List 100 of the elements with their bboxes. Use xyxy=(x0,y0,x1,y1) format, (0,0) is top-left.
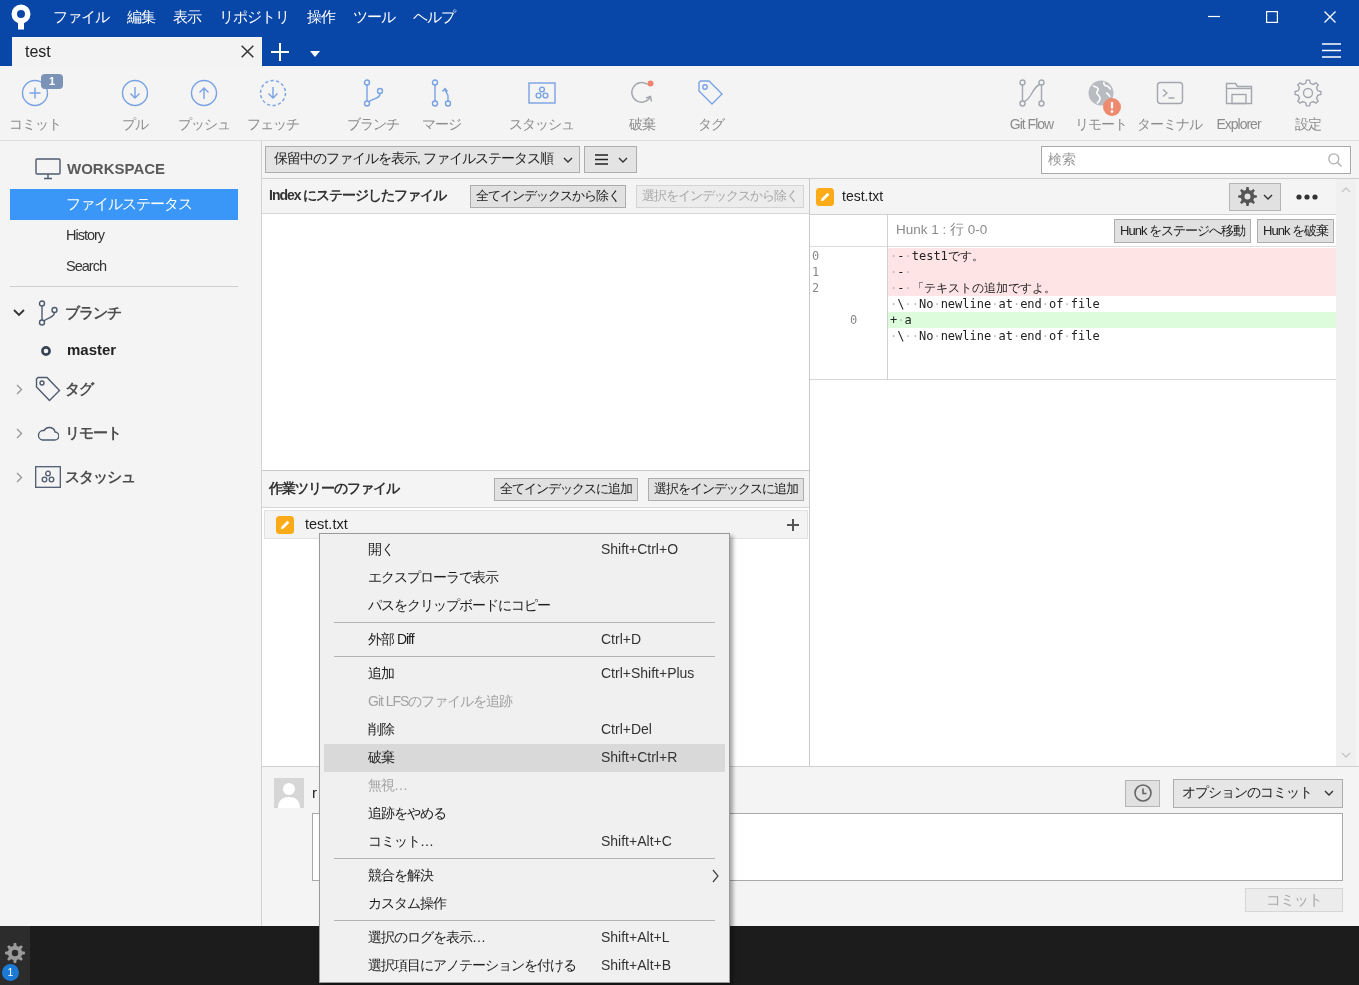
menu-item[interactable]: 選択項目にアノテーションを付ける Shift+Alt+B xyxy=(324,952,725,980)
count-badge: 1 xyxy=(41,74,63,89)
maximize-icon xyxy=(1266,11,1278,23)
chevron-right-icon xyxy=(712,869,719,883)
shortcut-text: Shift+Alt+C xyxy=(601,833,672,851)
pencil-icon xyxy=(816,187,834,206)
menu-item[interactable]: 追跡をやめる xyxy=(324,800,725,828)
app-logo-icon xyxy=(10,4,32,30)
hunk-button[interactable]: Hunk を破棄 xyxy=(1257,218,1334,243)
commit-options-dropdown[interactable]: オプションのコミット xyxy=(1173,778,1343,808)
menu-item[interactable]: ファイル xyxy=(44,2,118,32)
shortcut-text: Ctrl+Del xyxy=(601,721,652,739)
line-number: 0 xyxy=(850,312,859,328)
hunk-button[interactable]: Hunk をステージへ移動 xyxy=(1114,218,1252,243)
menu-item[interactable]: 操作 xyxy=(298,2,344,32)
menu-item[interactable]: 追加 Ctrl+Shift+Plus xyxy=(324,660,725,688)
chevron-down-icon xyxy=(617,156,628,163)
stash-box-icon xyxy=(35,466,61,488)
ring-icon xyxy=(41,345,51,356)
file-name: test.txt xyxy=(842,187,884,206)
arrow-up-circle-icon xyxy=(189,79,218,107)
menu-item[interactable]: 編集 xyxy=(118,2,164,32)
tree-item[interactable]: ブランチ xyxy=(65,303,121,323)
list-view-dropdown[interactable] xyxy=(583,146,637,173)
tree-item[interactable]: リモート xyxy=(65,423,121,443)
line-number: 0 xyxy=(811,248,821,264)
list-icon xyxy=(594,154,608,165)
clock-icon xyxy=(1133,784,1152,802)
menu-item[interactable]: 選択のログを表示… Shift+Alt+L xyxy=(324,924,725,952)
taskbar-app-button[interactable]: 1 xyxy=(0,926,30,985)
menu-item[interactable]: エクスプローラで表示 xyxy=(324,564,725,592)
branch-icon xyxy=(37,300,59,326)
git-flow-icon xyxy=(1017,79,1046,107)
menu-item[interactable]: リポジトリ xyxy=(210,2,298,32)
diff-line: ·\··No·newline·at·end·of·file xyxy=(889,328,1101,344)
plus-circle-icon xyxy=(20,79,49,107)
terminal-icon xyxy=(1155,79,1184,107)
caret-down-icon[interactable] xyxy=(310,51,320,57)
history-button[interactable] xyxy=(1125,779,1160,807)
shortcut-text: Shift+Ctrl+R xyxy=(601,749,678,767)
menu-item[interactable]: ヘルプ xyxy=(404,2,464,32)
menu-item[interactable]: 開く Shift+Ctrl+O xyxy=(324,536,725,564)
index-button[interactable]: 全てインデックスに追加 xyxy=(494,477,638,501)
arrow-down-circle-icon xyxy=(120,79,149,107)
diff-settings-dropdown[interactable] xyxy=(1229,182,1281,211)
cloud-icon xyxy=(37,425,59,441)
diff-line: ·\··No·newline·at·end·of·file xyxy=(889,296,1101,312)
menu-item[interactable]: 競合を解決 xyxy=(324,862,725,890)
view-filter-dropdown[interactable]: 保留中のファイルを表示, ファイルステータス順 xyxy=(265,146,580,173)
stash-box-icon xyxy=(527,79,556,107)
branch-item[interactable]: master xyxy=(67,341,117,360)
chevron-down-icon xyxy=(1324,790,1334,796)
tab[interactable]: test xyxy=(12,37,262,66)
monitor-icon xyxy=(35,158,61,180)
section-title: 作業ツリーのファイル xyxy=(269,480,399,498)
globe-icon xyxy=(1086,79,1115,107)
settings-icon xyxy=(1293,79,1322,107)
menu-item[interactable]: コミット… Shift+Alt+C xyxy=(324,828,725,856)
search-icon xyxy=(1328,152,1342,167)
chevron-down-icon xyxy=(1262,193,1273,200)
chevron-down-icon[interactable] xyxy=(13,309,25,317)
tree-item[interactable]: タグ xyxy=(65,379,93,399)
menu-item[interactable]: カスタム操作 xyxy=(324,890,725,918)
pencil-icon xyxy=(276,515,294,534)
gear-icon xyxy=(5,943,25,963)
shortcut-text: Ctrl+Shift+Plus xyxy=(601,665,695,683)
search-field[interactable]: 検索 xyxy=(1041,145,1351,174)
settings-icon xyxy=(1237,187,1257,206)
line-number: 2 xyxy=(811,280,821,296)
shortcut-text: Shift+Alt+L xyxy=(601,929,670,947)
close-icon xyxy=(1324,11,1336,23)
more-icon[interactable] xyxy=(1296,193,1318,200)
hunk-title: Hunk 1 : 行 0-0 xyxy=(896,222,988,239)
author-name: r xyxy=(312,783,317,803)
menu-item[interactable]: 削除 Ctrl+Del xyxy=(324,716,725,744)
close-icon[interactable] xyxy=(241,45,254,58)
tag-icon xyxy=(35,376,61,402)
menu-item[interactable]: 破棄 Shift+Ctrl+R xyxy=(324,744,725,772)
index-button[interactable]: 選択をインデックスに追加 xyxy=(648,477,804,501)
menu-item[interactable]: 外部 Diff Ctrl+D xyxy=(324,626,725,654)
section-title: WORKSPACE xyxy=(67,159,166,179)
avatar-placeholder xyxy=(274,778,304,808)
menu-icon[interactable] xyxy=(1322,43,1341,58)
sidebar-item[interactable]: History xyxy=(10,220,238,251)
menu-item[interactable]: 表示 xyxy=(164,2,210,32)
shortcut-text: Ctrl+D xyxy=(601,631,642,649)
tree-item[interactable]: スタッシュ xyxy=(65,467,135,487)
shortcut-text: Shift+Alt+B xyxy=(601,957,672,975)
tag-icon xyxy=(696,79,725,107)
count-badge: 1 xyxy=(2,964,19,981)
menu-item[interactable]: ツール xyxy=(344,2,404,32)
section-title: Index にステージしたファイル xyxy=(269,187,447,205)
line-number: 1 xyxy=(811,264,821,280)
plus-icon[interactable] xyxy=(787,518,799,531)
sidebar-item[interactable]: Search xyxy=(10,251,238,282)
menu-item[interactable]: パスをクリップボードにコピー xyxy=(324,592,725,620)
file-name: test.txt xyxy=(305,515,348,534)
chevron-down-icon xyxy=(562,156,573,163)
index-button[interactable]: 全てインデックスから除く xyxy=(470,184,626,208)
shortcut-text: Shift+Ctrl+O xyxy=(601,541,679,559)
